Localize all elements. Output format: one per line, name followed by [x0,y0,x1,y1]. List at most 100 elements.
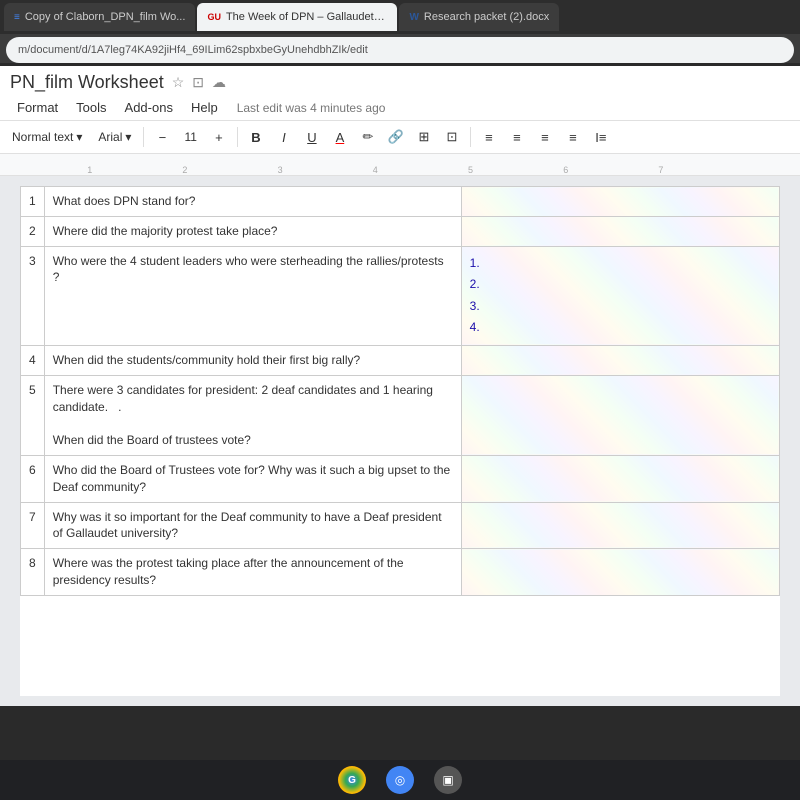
question-text-3: Who were the 4 student leaders who were … [53,254,444,285]
font-size-minus[interactable]: − [150,125,174,149]
question-cell-7[interactable]: Why was it so important for the Deaf com… [44,502,461,549]
question-text-5b: When did the Board of trustees vote? [53,433,251,447]
row-num-4: 4 [21,345,45,375]
list-item-4: 4. [470,317,771,339]
font-size-value: 11 [184,130,196,144]
address-text: m/document/d/1A7leg74KA92jiHf4_69ILim62s… [18,44,368,56]
table-row: 3 Who were the 4 student leaders who wer… [21,246,780,345]
plus-label: + [215,130,223,145]
word-tab-icon: W [409,12,418,23]
question-cell-1[interactable]: What does DPN stand for? [44,187,461,217]
font-size-plus[interactable]: + [207,125,231,149]
align-right-button[interactable]: ≡ [533,125,557,149]
docs-title-bar: PN_film Worksheet ☆ ⊡ ☁ [0,66,800,95]
table-row: 6 Who did the Board of Trustees vote for… [21,455,780,502]
row-num-1: 1 [21,187,45,217]
last-edit-text: Last edit was 4 minutes ago [237,101,386,115]
underline-button[interactable]: U [300,125,324,149]
style-label: Normal text [12,130,73,144]
address-bar[interactable]: m/document/d/1A7leg74KA92jiHf4_69ILim62s… [6,37,794,63]
worksheet-table: 1 What does DPN stand for? 2 Where did t… [20,186,780,596]
row-num-7: 7 [21,502,45,549]
list-item-2: 2. [470,274,771,296]
row-num-2: 2 [21,216,45,246]
answer-cell-5[interactable] [461,375,779,455]
question-cell-4[interactable]: When did the students/community hold the… [44,345,461,375]
question-text-2: Where did the majority protest take plac… [53,224,278,238]
tab-word-label: Research packet (2).docx [424,11,549,23]
font-selector[interactable]: Arial ▾ [92,124,137,150]
divider-3 [470,127,471,147]
tab-docs[interactable]: ≡ Copy of Claborn_DPN_film Wo... [4,3,195,31]
question-cell-2[interactable]: Where did the majority protest take plac… [44,216,461,246]
italic-button[interactable]: I [272,125,296,149]
align-justify-button[interactable]: ≡ [561,125,585,149]
italic-label: I [282,130,286,145]
docs-title: PN_film Worksheet [10,72,164,93]
align-center-button[interactable]: ≡ [505,125,529,149]
table-row: 8 Where was the protest taking place aft… [21,549,780,596]
answer-cell-3[interactable]: 1. 2. 3. 4. [461,246,779,345]
bold-button[interactable]: B [244,125,268,149]
answer-cell-8[interactable] [461,549,779,596]
tab-word[interactable]: W Research packet (2).docx [399,3,559,31]
table-row: 2 Where did the majority protest take pl… [21,216,780,246]
docs-tab-icon: ≡ [14,12,20,23]
tab-docs-label: Copy of Claborn_DPN_film Wo... [25,11,186,23]
answer-cell-6[interactable] [461,455,779,502]
answer-cell-2[interactable] [461,216,779,246]
comment-button[interactable]: ⊞ [412,125,436,149]
font-size-display[interactable]: 11 [178,124,202,150]
question-text-4: When did the students/community hold the… [53,353,360,367]
question-cell-6[interactable]: Who did the Board of Trustees vote for? … [44,455,461,502]
menu-addons[interactable]: Add-ons [118,97,180,118]
question-text-5: There were 3 candidates for president: 2… [53,383,433,414]
menu-help[interactable]: Help [184,97,225,118]
highlight-button[interactable]: ✏ [356,125,380,149]
question-text-1: What does DPN stand for? [53,194,196,208]
taskbar: G ◎ ▣ [0,760,800,800]
font-color-button[interactable]: A [328,125,352,149]
table-row: 4 When did the students/community hold t… [21,345,780,375]
bold-label: B [251,130,260,145]
drive-icon[interactable]: ⊡ [192,74,204,91]
font-color-label: A [336,130,345,145]
cloud-icon[interactable]: ☁ [212,74,226,91]
row-num-3: 3 [21,246,45,345]
question-cell-8[interactable]: Where was the protest taking place after… [44,549,461,596]
style-selector[interactable]: Normal text ▾ [6,124,88,150]
style-dropdown-icon: ▾ [76,130,82,144]
align-left-button[interactable]: ≡ [477,125,501,149]
menu-tools[interactable]: Tools [69,97,113,118]
taskbar-icon-2[interactable]: ◎ [386,766,414,794]
image-button[interactable]: ⊡ [440,125,464,149]
row-num-6: 6 [21,455,45,502]
link-button[interactable]: 🔗 [384,125,408,149]
tab-gallaudet-label: The Week of DPN – Gallaudet U... [226,11,388,23]
answer-cell-1[interactable] [461,187,779,217]
docs-toolbar: Normal text ▾ Arial ▾ − 11 + B I U A ✏ [0,120,800,154]
table-row: 5 There were 3 candidates for president:… [21,375,780,455]
question-cell-3[interactable]: Who were the 4 student leaders who were … [44,246,461,345]
underline-label: U [307,130,316,145]
line-spacing-button[interactable]: I≡ [589,125,613,149]
table-row: 1 What does DPN stand for? [21,187,780,217]
answer-cell-7[interactable] [461,502,779,549]
table-row: 7 Why was it so important for the Deaf c… [21,502,780,549]
answer-cell-4[interactable] [461,345,779,375]
menu-format[interactable]: Format [10,97,65,118]
gallaudet-tab-icon: GU [207,12,221,22]
taskbar-icon-3[interactable]: ▣ [434,766,462,794]
browser-chrome: ≡ Copy of Claborn_DPN_film Wo... GU The … [0,0,800,63]
docs-ui: PN_film Worksheet ☆ ⊡ ☁ Format Tools Add… [0,66,800,176]
list-item-3: 3. [470,296,771,318]
question-text-6: Who did the Board of Trustees vote for? … [53,463,451,494]
google-icon[interactable]: G [338,766,366,794]
tab-bar: ≡ Copy of Claborn_DPN_film Wo... GU The … [0,0,800,34]
font-dropdown-icon: ▾ [125,130,131,144]
divider-1 [143,127,144,147]
numbered-list-3: 1. 2. 3. 4. [470,253,771,339]
star-icon[interactable]: ☆ [172,74,185,91]
tab-gallaudet[interactable]: GU The Week of DPN – Gallaudet U... [197,3,397,31]
question-cell-5[interactable]: There were 3 candidates for president: 2… [44,375,461,455]
